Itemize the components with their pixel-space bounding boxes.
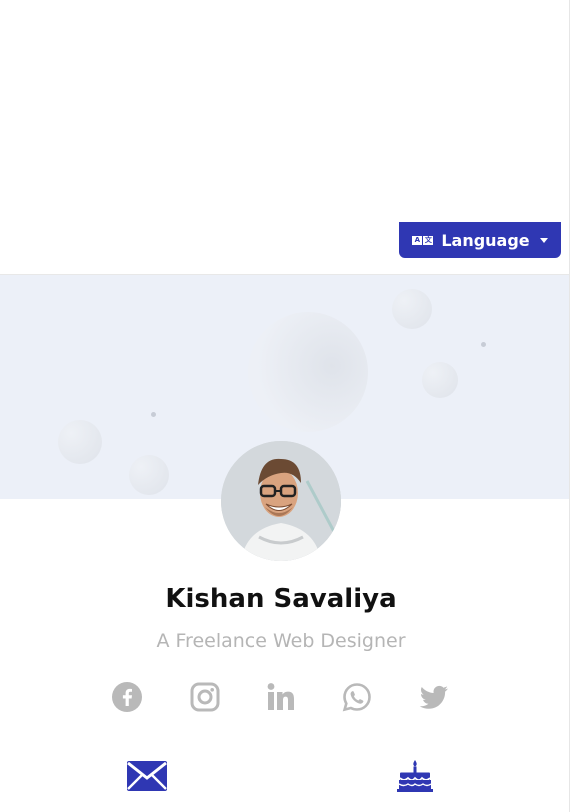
decorative-bubble (422, 362, 458, 398)
twitter-icon[interactable] (417, 680, 451, 714)
facebook-icon[interactable] (110, 680, 144, 714)
language-dropdown-button[interactable]: A文 Language (399, 222, 561, 258)
instagram-icon[interactable] (188, 680, 222, 714)
birthday-cake-icon[interactable] (396, 760, 434, 797)
linkedin-icon[interactable] (264, 680, 298, 714)
caret-down-icon (539, 237, 548, 243)
mail-icon[interactable] (126, 760, 168, 797)
profile-tagline: A Freelance Web Designer (156, 630, 406, 652)
decorative-bubble (248, 312, 368, 432)
translate-icon: A文 (412, 235, 434, 245)
decorative-bubble (129, 455, 169, 495)
whatsapp-icon[interactable] (340, 680, 374, 714)
profile-avatar (221, 441, 341, 561)
decorative-dot (151, 412, 156, 417)
language-button-label: Language (441, 230, 530, 250)
profile-name: Kishan Savaliya (165, 584, 397, 614)
decorative-bubble (58, 420, 102, 464)
decorative-dot (481, 342, 486, 347)
decorative-bubble (392, 289, 432, 329)
